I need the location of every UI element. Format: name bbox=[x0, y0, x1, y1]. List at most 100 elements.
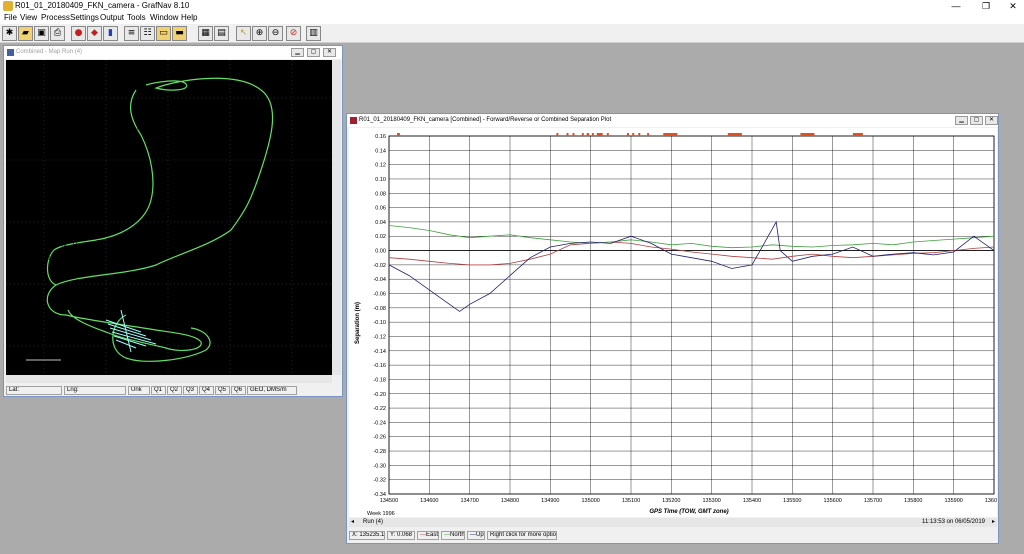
map-window-title-bar[interactable]: Combined - Map Run (4) ▁ ▢ ✕ bbox=[4, 46, 342, 59]
minimize-button[interactable]: — bbox=[946, 0, 966, 12]
plot-horizontal-scrollbar[interactable]: ◂ Run (4) 11:13:53 on 06/05/2019 ▸ bbox=[349, 518, 997, 527]
map-label-13: 13 bbox=[154, 196, 160, 202]
map-label-15: 15 bbox=[96, 240, 102, 246]
menu-bar: File View Process Settings Output Tools … bbox=[0, 12, 1024, 24]
map-label-6: 6 bbox=[124, 108, 127, 114]
combine-icon[interactable]: ◆ bbox=[87, 26, 102, 41]
map-label-4: 4 bbox=[132, 86, 135, 92]
plot-window-title: R01_01_20180409_FKN_camera [Combined] - … bbox=[359, 117, 612, 123]
map-lng-field: Lng: bbox=[64, 386, 126, 395]
map-label-17: 17 bbox=[72, 242, 78, 248]
quality-segment bbox=[800, 133, 815, 136]
plot-area[interactable]: 0.16 0.14 0.12 0.10 0.08 0.06 0.04 0.02 0.00 -0.0… bbox=[349, 128, 997, 517]
process-icon[interactable]: ● bbox=[71, 26, 86, 41]
y-tick-label: 0.16 bbox=[375, 134, 386, 140]
map-label-14: 14 bbox=[151, 208, 157, 214]
plot-minimize-button[interactable]: ▁ bbox=[955, 116, 968, 125]
map-vertical-scrollbar[interactable] bbox=[332, 60, 341, 375]
options-icon[interactable]: ☷ bbox=[140, 26, 155, 41]
x-tick-labels: 134500 134600 134700 134800 134900 135000 1351… bbox=[380, 498, 997, 504]
x-tick-label: 134800 bbox=[501, 498, 519, 504]
grafnav-app-icon bbox=[3, 1, 13, 11]
plot-window-title-bar[interactable]: R01_01_20180409_FKN_camera [Combined] - … bbox=[347, 114, 998, 127]
close-button[interactable]: ✕ bbox=[1003, 0, 1023, 12]
plot-close-button[interactable]: ✕ bbox=[985, 116, 998, 125]
plot-series bbox=[388, 220, 995, 312]
quality-segment bbox=[586, 133, 590, 136]
coord-mode-field: GEO, DMS/m bbox=[247, 386, 297, 395]
quality-segment bbox=[581, 133, 584, 136]
map-label-12: 12 bbox=[156, 186, 162, 192]
map-minimize-button[interactable]: ▁ bbox=[291, 48, 304, 57]
plot-icon[interactable]: ▮ bbox=[103, 26, 118, 41]
menu-output[interactable]: Output bbox=[100, 12, 124, 24]
quality-segment bbox=[638, 133, 641, 136]
scroll-left-arrow-icon[interactable]: ◂ bbox=[351, 518, 354, 527]
y-tick-label: -0.22 bbox=[373, 406, 386, 412]
y-tick-label: -0.18 bbox=[373, 377, 386, 383]
y-tick-label: 0.02 bbox=[375, 234, 386, 240]
x-tick-label: 135600 bbox=[823, 498, 841, 504]
y-tick-label: -0.04 bbox=[373, 277, 386, 283]
quality-segment bbox=[591, 133, 594, 136]
x-tick-label: 136000 bbox=[985, 498, 997, 504]
separation-plot-svg[interactable]: 0.16 0.14 0.12 0.10 0.08 0.06 0.04 0.02 0.00 -0.0… bbox=[349, 128, 997, 517]
y-tick-labels: 0.16 0.14 0.12 0.10 0.08 0.06 0.04 0.02 0.00 -0.0… bbox=[373, 134, 386, 498]
edit-icon[interactable]: ▬ bbox=[172, 26, 187, 41]
map-window-title: Combined - Map Run (4) bbox=[16, 49, 83, 55]
legend-q6: Q6 bbox=[231, 386, 246, 395]
series-line-up bbox=[388, 220, 995, 312]
plot-frame bbox=[388, 135, 995, 495]
quality-segment bbox=[566, 133, 569, 136]
scroll-right-arrow-icon[interactable]: ▸ bbox=[992, 518, 995, 527]
open-icon[interactable]: ▰ bbox=[18, 26, 33, 41]
quality-segment bbox=[647, 133, 650, 136]
view-file-icon[interactable]: ≡ bbox=[124, 26, 139, 41]
map-lat-field: Lat: bbox=[6, 386, 62, 395]
map-label-7: 7 bbox=[136, 126, 139, 132]
save-icon[interactable]: ▣ bbox=[34, 26, 49, 41]
new-project-icon[interactable]: ✱ bbox=[2, 26, 17, 41]
map-window-icon bbox=[7, 49, 14, 56]
map-grid bbox=[6, 60, 332, 375]
exit-icon[interactable]: ▥ bbox=[306, 26, 321, 41]
menu-process[interactable]: Process bbox=[41, 12, 70, 24]
menu-tools[interactable]: Tools bbox=[127, 12, 146, 24]
x-tick-label: 135300 bbox=[702, 498, 720, 504]
pointer-icon[interactable]: ↖ bbox=[236, 26, 251, 41]
folder-icon[interactable]: ▦ bbox=[198, 26, 213, 41]
menu-window[interactable]: Window bbox=[150, 12, 178, 24]
x-tick-label: 135900 bbox=[944, 498, 962, 504]
map-track-svg: 5 4 3 6 7 8 9 10 11 12 13 14 15 16 17 18… bbox=[6, 60, 332, 375]
map-window: Combined - Map Run (4) ▁ ▢ ✕ 5 4 3 6 7 8… bbox=[3, 45, 343, 397]
plot-maximize-button[interactable]: ▢ bbox=[970, 116, 983, 125]
print-icon[interactable]: ⎙ bbox=[50, 26, 65, 41]
x-tick-label: 134900 bbox=[541, 498, 559, 504]
menu-view[interactable]: View bbox=[20, 12, 37, 24]
plot-window: R01_01_20180409_FKN_camera [Combined] - … bbox=[346, 113, 999, 544]
quality-segment bbox=[852, 133, 863, 136]
map-horizontal-scrollbar[interactable] bbox=[6, 375, 332, 383]
quality-segment bbox=[572, 133, 575, 136]
menu-file[interactable]: File bbox=[4, 12, 17, 24]
x-tick-label: 134500 bbox=[380, 498, 398, 504]
quality-segment bbox=[626, 133, 629, 136]
legend-east: —East bbox=[417, 531, 439, 540]
legend-q1: Q1 bbox=[151, 386, 166, 395]
x-tick-label: 135700 bbox=[864, 498, 882, 504]
quality-segment bbox=[606, 133, 609, 136]
zoom-out-icon[interactable]: ⊖ bbox=[268, 26, 283, 41]
menu-help[interactable]: Help bbox=[181, 12, 197, 24]
stop-icon[interactable]: ⊘ bbox=[286, 26, 301, 41]
y-tick-label: -0.08 bbox=[373, 306, 386, 312]
map-track-path bbox=[46, 77, 274, 352]
notes-icon[interactable]: ▤ bbox=[214, 26, 229, 41]
map-canvas[interactable]: 5 4 3 6 7 8 9 10 11 12 13 14 15 16 17 18… bbox=[6, 60, 332, 375]
map-scale-label: 2 km bbox=[32, 353, 43, 359]
zoom-in-icon[interactable]: ⊕ bbox=[252, 26, 267, 41]
map-maximize-button[interactable]: ▢ bbox=[307, 48, 320, 57]
map-close-button[interactable]: ✕ bbox=[323, 48, 336, 57]
restore-button[interactable]: ❐ bbox=[976, 0, 996, 12]
map-icon[interactable]: ▭ bbox=[156, 26, 171, 41]
menu-settings[interactable]: Settings bbox=[70, 12, 99, 24]
